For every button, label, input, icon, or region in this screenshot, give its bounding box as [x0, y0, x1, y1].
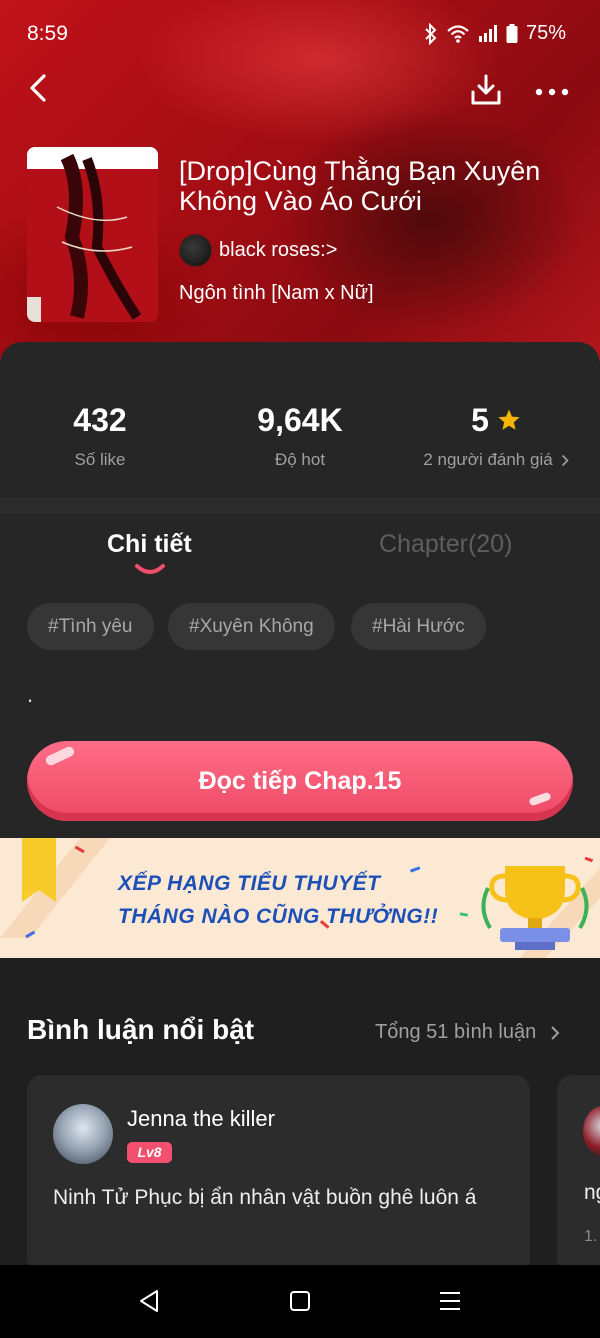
chevron-left-icon — [30, 74, 46, 102]
comment-meta: 1. — [584, 1228, 598, 1245]
stat-likes: 432 Số like — [0, 402, 200, 470]
tab-chapter[interactable]: Chapter(20) — [379, 530, 512, 559]
stat-rating-label: 2 người đánh giá — [423, 450, 553, 469]
stat-hot-value: 9,64K — [257, 402, 343, 438]
comments-total: Tổng 51 bình luận — [375, 1021, 537, 1043]
button-shine — [44, 745, 76, 767]
all-comments-link[interactable]: Tổng 51 bình luận — [375, 1021, 560, 1044]
battery-percent: 75% — [525, 22, 566, 44]
section-divider — [0, 498, 600, 514]
chevron-right-icon — [551, 1025, 560, 1040]
commenter-name[interactable]: Jenna the killer — [127, 1106, 275, 1132]
banner-line-1: XẾP HẠNG TIỂU THUYẾT — [118, 872, 381, 895]
signal-icon — [478, 24, 497, 42]
book-title: [Drop]Cùng Thằng Bạn Xuyên Không Vào Áo … — [179, 156, 541, 216]
book-description: . — [27, 682, 34, 707]
triangle-back-icon — [140, 1290, 158, 1312]
author-link[interactable]: black roses:> — [179, 234, 337, 267]
cover-art-image — [27, 147, 158, 322]
stat-hot-label: Độ hot — [274, 450, 326, 469]
book-cover[interactable] — [27, 147, 158, 322]
chevron-right-icon — [561, 454, 569, 466]
bluetooth-icon — [425, 22, 437, 45]
status-bar: 8:59 75% — [0, 0, 600, 68]
stat-likes-label: Số like — [74, 450, 126, 469]
banner-line-2: THÁNG NÀO CŨNG THƯỞNG!! — [118, 905, 439, 928]
book-genre: Ngôn tình [Nam x Nữ] — [179, 282, 374, 304]
stat-rating-value: 5 — [471, 402, 489, 438]
status-icons: 75% — [424, 22, 566, 45]
status-time: 8:59 — [27, 22, 68, 45]
menu-lines-icon — [440, 1292, 460, 1310]
more-dots-icon — [535, 88, 569, 96]
nav-back-button[interactable] — [136, 1288, 162, 1314]
download-icon — [471, 74, 501, 105]
download-button[interactable] — [466, 70, 506, 110]
stat-hot: 9,64K Độ hot — [200, 402, 400, 470]
more-options-button[interactable] — [532, 74, 572, 110]
stat-likes-value: 432 — [73, 402, 127, 438]
tab-detail[interactable]: Chi tiết — [107, 530, 192, 559]
comments-title: Bình luận nổi bật — [27, 1014, 255, 1045]
wifi-icon — [447, 24, 469, 43]
nav-recents-button[interactable] — [437, 1288, 463, 1314]
continue-reading-label: Đọc tiếp Chap.15 — [198, 766, 402, 795]
stat-rating[interactable]: 5 2 người đánh giá — [396, 402, 596, 470]
comment-card[interactable] — [27, 1075, 530, 1275]
author-name: black roses:> — [219, 239, 338, 261]
comment-text: Ninh Tử Phục bị ẩn nhân vật buồn ghê luô… — [53, 1186, 477, 1209]
continue-reading-button[interactable]: Đọc tiếp Chap.15 — [27, 741, 573, 821]
nav-home-button[interactable] — [287, 1288, 313, 1314]
tab-indicator — [135, 564, 165, 574]
comment-text: ng — [584, 1181, 600, 1204]
back-button[interactable] — [20, 70, 56, 106]
tag-xuyen-khong[interactable]: #Xuyên Không — [168, 603, 335, 650]
tag-hai-huoc[interactable]: #Hài Hước — [351, 603, 486, 650]
square-home-icon — [290, 1291, 310, 1311]
commenter-level-badge: Lv8 — [127, 1142, 172, 1163]
star-icon — [498, 409, 520, 430]
button-shine — [528, 791, 552, 807]
battery-icon — [506, 23, 518, 43]
author-avatar — [179, 234, 212, 267]
tag-tinh-yeu[interactable]: #Tình yêu — [27, 603, 154, 650]
commenter-avatar[interactable] — [53, 1104, 113, 1164]
